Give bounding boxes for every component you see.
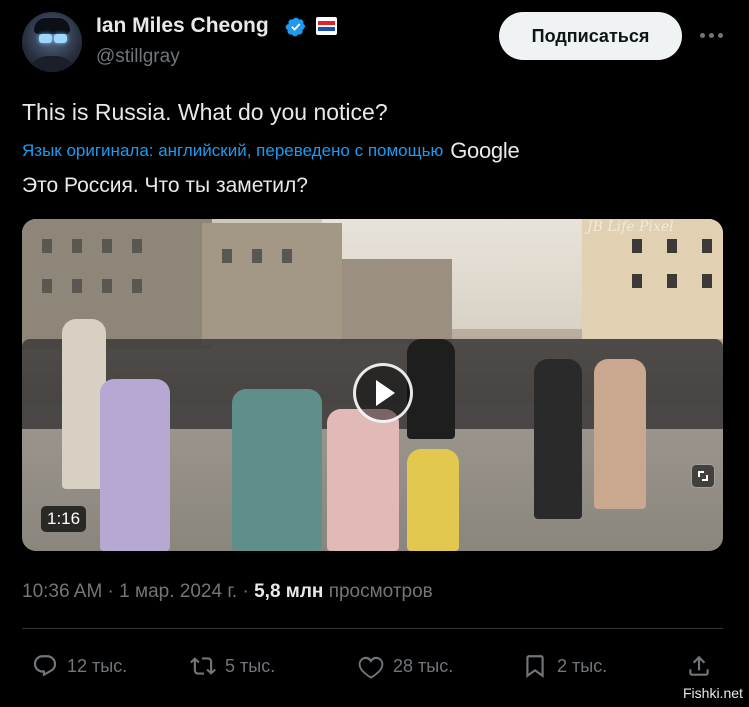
- video-window: [252, 249, 262, 263]
- subscribe-button[interactable]: Подписаться: [499, 12, 682, 60]
- video-window: [282, 249, 292, 263]
- video-building: [202, 223, 342, 345]
- reply-button[interactable]: 12 тыс.: [32, 651, 127, 681]
- video-window: [222, 249, 232, 263]
- author-avatar[interactable]: [22, 12, 82, 72]
- translated-text: Это Россия. Что ты заметил?: [22, 174, 308, 197]
- reply-count: 12 тыс.: [67, 655, 128, 676]
- video-window: [132, 239, 142, 253]
- retweet-icon: [190, 657, 216, 675]
- video-person: [327, 409, 399, 551]
- expand-icon-graphic: [698, 471, 708, 481]
- video-window: [702, 239, 712, 253]
- video-window: [72, 279, 82, 293]
- video-building: [342, 259, 452, 344]
- tweet-date[interactable]: 1 мар. 2024 г.: [119, 581, 237, 602]
- video-window: [42, 239, 52, 253]
- video-person: [407, 449, 459, 551]
- divider: [22, 628, 723, 629]
- video-watermark: JB Life Pixel: [587, 219, 674, 235]
- bookmark-icon: [526, 655, 544, 678]
- video-window: [667, 274, 677, 288]
- video-player[interactable]: JB Life Pixel 1:16: [22, 219, 723, 551]
- retweet-count: 5 тыс.: [225, 655, 276, 676]
- video-person: [407, 339, 455, 439]
- video-person: [594, 359, 646, 509]
- bookmark-count: 2 тыс.: [557, 655, 608, 676]
- like-button[interactable]: 28 тыс.: [358, 651, 453, 681]
- affiliate-badge-icon[interactable]: [316, 17, 337, 35]
- expand-icon[interactable]: [691, 464, 715, 488]
- views-label: просмотров: [328, 581, 433, 602]
- affiliate-badge-stripe: [318, 21, 335, 25]
- video-window: [132, 279, 142, 293]
- like-count: 28 тыс.: [393, 655, 454, 676]
- video-window: [667, 239, 677, 253]
- more-dots-icon[interactable]: [694, 22, 728, 48]
- video-window: [702, 274, 712, 288]
- author-handle[interactable]: @stillgray: [96, 46, 180, 68]
- google-logo: Google: [450, 138, 520, 163]
- translation-note-link[interactable]: Язык оригинала: английский, переведено с…: [22, 141, 443, 161]
- dot: [699, 32, 705, 38]
- dot: [708, 32, 714, 38]
- video-window: [102, 279, 112, 293]
- views-count: 5,8 млн: [254, 581, 324, 602]
- tweet-time[interactable]: 10:36 AM: [22, 581, 102, 602]
- translation-row[interactable]: Язык оригинала: английский, переведено с…: [22, 138, 520, 164]
- avatar-shirt: [28, 56, 76, 72]
- video-window: [42, 279, 52, 293]
- tweet-text: This is Russia. What do you notice?: [22, 99, 388, 125]
- video-duration: 1:16: [41, 506, 87, 532]
- avatar-glasses-right: [54, 34, 67, 43]
- play-icon[interactable]: [353, 363, 413, 423]
- meta-separator: ·: [102, 581, 120, 602]
- verified-badge-icon[interactable]: [285, 16, 307, 38]
- retweet-button[interactable]: 5 тыс.: [190, 651, 275, 681]
- video-window: [632, 274, 642, 288]
- tweet-meta: 10:36 AM · 1 мар. 2024 г. · 5,8 млн прос…: [22, 581, 433, 603]
- reply-icon: [33, 655, 57, 677]
- share-button[interactable]: [686, 651, 712, 681]
- share-icon: [689, 655, 709, 676]
- affiliate-badge-stripe: [318, 27, 335, 31]
- video-person: [534, 359, 582, 519]
- video-person: [232, 389, 322, 551]
- bookmark-button[interactable]: 2 тыс.: [522, 651, 607, 681]
- dot: [717, 32, 723, 38]
- meta-separator: ·: [237, 581, 255, 602]
- author-name[interactable]: Ian Miles Cheong: [96, 14, 269, 38]
- video-person: [100, 379, 170, 551]
- play-triangle: [376, 380, 395, 406]
- video-window: [632, 239, 642, 253]
- video-window: [102, 239, 112, 253]
- source-watermark: Fishki.net: [683, 685, 743, 701]
- video-window: [72, 239, 82, 253]
- avatar-glasses-left: [39, 34, 52, 43]
- heart-icon: [358, 656, 384, 679]
- avatar-hair: [34, 18, 70, 34]
